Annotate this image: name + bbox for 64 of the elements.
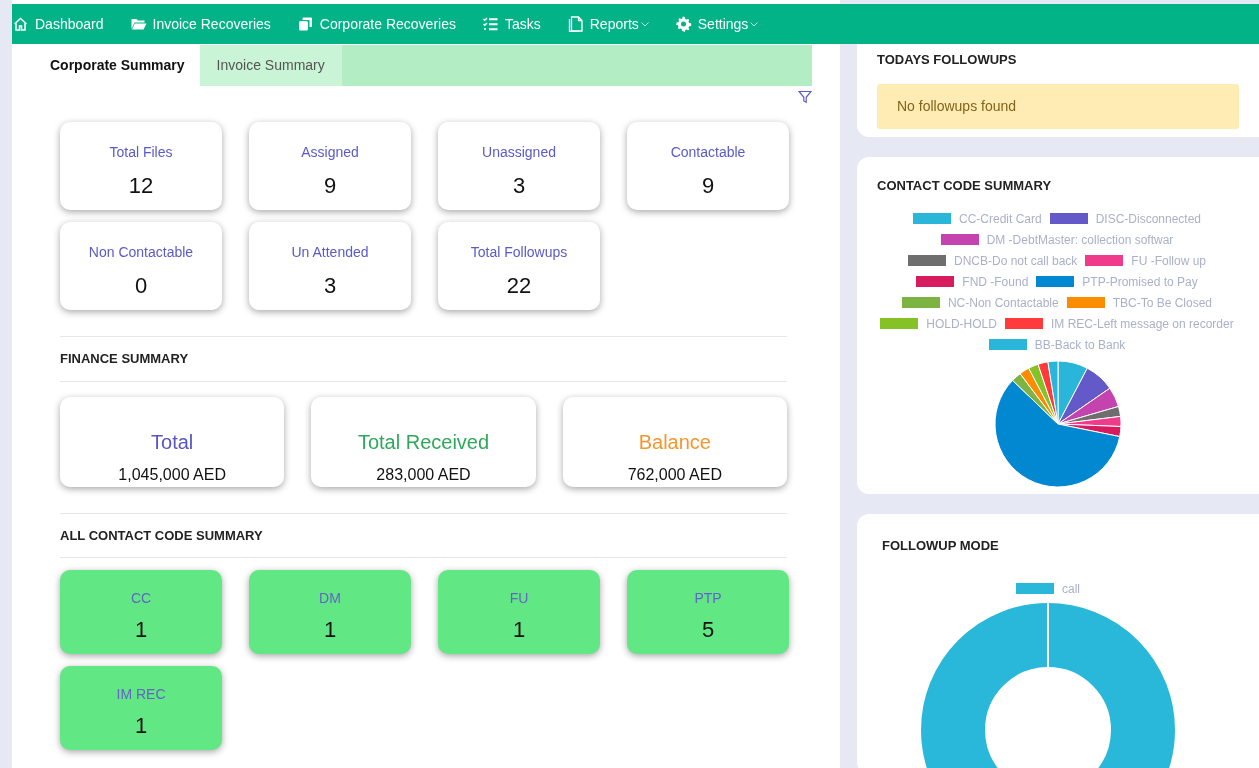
- stat-label: Contactable: [670, 143, 746, 162]
- stat-value: 5: [701, 616, 715, 644]
- stat-label: IM REC: [116, 685, 166, 704]
- tab[interactable]: Corporate Summary: [35, 45, 200, 86]
- legend-label: DNCB-Do not call back: [953, 252, 1078, 270]
- stat-label: FU: [509, 589, 529, 608]
- home-icon: [12, 16, 29, 32]
- filter-icon[interactable]: [798, 90, 812, 104]
- stat-value: 0: [134, 272, 148, 300]
- legend-label: PTP-Promised to Pay: [1082, 273, 1198, 291]
- folder-icon: [129, 16, 147, 32]
- nav-link[interactable]: Reports: [566, 13, 649, 35]
- stat-value: 22: [506, 272, 532, 300]
- nav-link[interactable]: Corporate Recoveries: [296, 13, 456, 35]
- legend-label: HOLD-HOLD: [926, 315, 997, 333]
- stat-value: 1: [512, 616, 526, 644]
- stat-value: 1,045,000 AED: [118, 464, 226, 485]
- legend-label: DM -DebtMaster: collection softwar: [986, 231, 1174, 249]
- stat-label: PTP: [694, 589, 722, 608]
- section-heading: FINANCE SUMMARY: [60, 350, 190, 368]
- copy-icon: [296, 16, 314, 32]
- stat-value: 9: [701, 172, 715, 200]
- nav-link[interactable]: Invoice Recoveries: [129, 13, 271, 35]
- stat-value: 3: [323, 272, 337, 300]
- stat-label: CC: [130, 589, 152, 608]
- stat-label: Assigned: [301, 143, 359, 162]
- nav-link[interactable]: Settings: [674, 13, 759, 35]
- section-heading: ALL CONTACT CODE SUMMARY: [60, 526, 264, 545]
- legend-label: DISC-Disconnected: [1095, 210, 1202, 228]
- stat-label: Non Contactable: [88, 243, 194, 262]
- stat-value: 9: [323, 172, 337, 200]
- stat-label: Balance: [638, 429, 711, 455]
- card-heading: TODAYS FOLLOWUPS: [877, 51, 1018, 69]
- legend-label: FND -Found: [962, 273, 1029, 291]
- stat-label: Total Received: [357, 429, 490, 455]
- stat-label: Total Files: [109, 143, 173, 162]
- card-heading: CONTACT CODE SUMMARY: [877, 177, 1053, 195]
- stat-value: 1: [134, 712, 148, 740]
- stat-label: Un Attended: [291, 243, 369, 262]
- stat-label: DM: [319, 589, 341, 608]
- card-heading: FOLLOWUP MODE: [882, 537, 1000, 555]
- empty-message: No followups found: [877, 83, 1239, 129]
- stat-label: Total: [151, 429, 194, 455]
- legend-label: BB-Back to Bank: [1034, 336, 1126, 354]
- stat-value: 1: [134, 616, 148, 644]
- stat-value: 12: [128, 172, 154, 200]
- nav-link[interactable]: Dashboard: [12, 13, 104, 35]
- settings-icon: [674, 16, 692, 32]
- legend-label: CC-Credit Card: [958, 210, 1042, 228]
- document-icon: [566, 16, 584, 32]
- legend-label: NC-Non Contactable: [947, 294, 1059, 312]
- stat-value: 3: [512, 172, 526, 200]
- stat-label: Total Followups: [470, 243, 568, 262]
- checklist-icon: [481, 16, 499, 32]
- legend-label: IM REC-Left message on recorder: [1050, 315, 1234, 333]
- legend-label: TBC-To Be Closed: [1112, 294, 1213, 312]
- nav-link[interactable]: Tasks: [481, 13, 541, 35]
- stat-value: 762,000 AED: [627, 464, 722, 485]
- tab[interactable]: Invoice Summary: [199, 45, 342, 86]
- legend-label: call: [1062, 580, 1080, 598]
- stat-label: Unassigned: [482, 143, 556, 162]
- stat-value: 1: [323, 616, 337, 644]
- stat-value: 283,000 AED: [376, 464, 471, 485]
- legend-label: FU -Follow up: [1131, 252, 1207, 270]
